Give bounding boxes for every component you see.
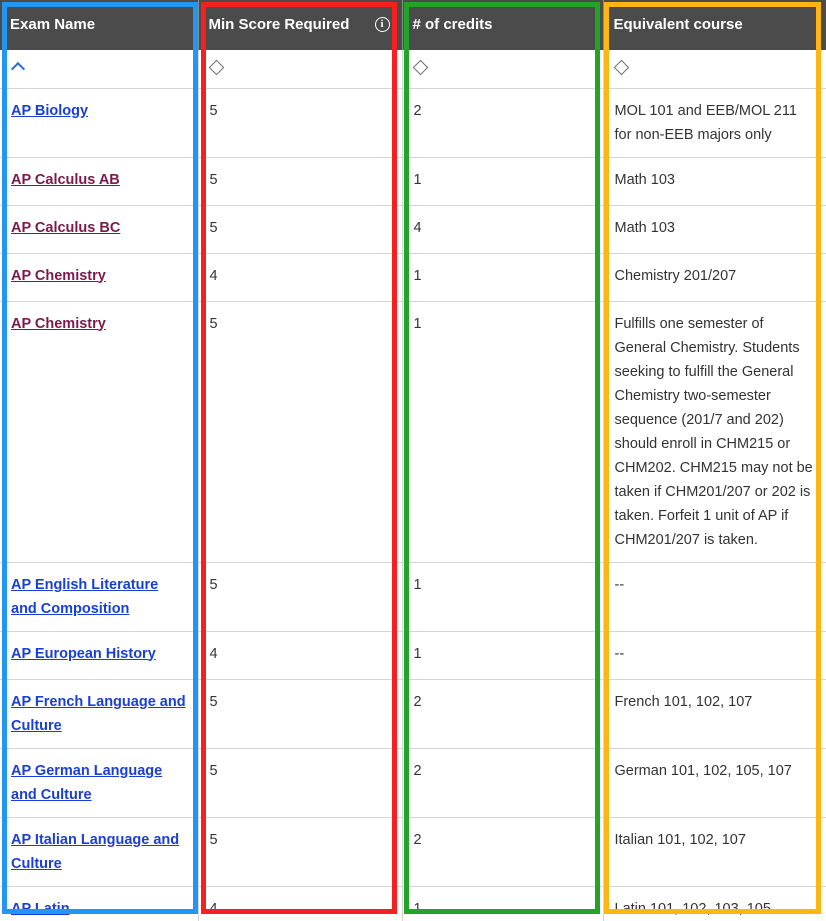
table-row: AP Latin 4 1 Latin 101, 102, 103, 105 xyxy=(0,886,826,921)
cell-credits: 2 xyxy=(402,748,604,818)
cell-exam-name: AP European History xyxy=(0,631,199,680)
cell-credits: 1 xyxy=(402,301,604,563)
cell-equivalent-course: Math 103 xyxy=(603,205,826,254)
table-sort-filter-row xyxy=(0,50,826,89)
cell-exam-name: AP Latin xyxy=(0,886,199,921)
cell-equivalent-course: Latin 101, 102, 103, 105 xyxy=(603,886,826,921)
table-row: AP French Language and Culture 5 2 French 1… xyxy=(0,679,826,749)
table-row: AP German Language and Culture 5 2 German 1… xyxy=(0,748,826,818)
cell-min-score: 5 xyxy=(198,748,403,818)
cell-equivalent-course: Chemistry 201/207 xyxy=(603,253,826,302)
cell-exam-name: AP Calculus AB xyxy=(0,157,199,206)
ap-credit-table-page: Exam Name Min Score Required i # of cred… xyxy=(0,0,826,921)
table-row: AP European History 4 1 -- xyxy=(0,631,826,680)
column-header-exam-name[interactable]: Exam Name xyxy=(0,0,199,50)
cell-credits: 4 xyxy=(402,205,604,254)
exam-name-link[interactable]: AP Italian Language and Culture xyxy=(11,832,179,872)
cell-equivalent-course: Fulfills one semester of General Chemist… xyxy=(603,301,826,563)
cell-credits: 1 xyxy=(402,886,604,921)
column-header-equivalent-course[interactable]: Equivalent course xyxy=(603,0,826,50)
cell-credits: 1 xyxy=(402,253,604,302)
cell-min-score: 5 xyxy=(198,88,403,158)
cell-equivalent-course: French 101, 102, 107 xyxy=(603,679,826,749)
sort-cell-exam-name[interactable] xyxy=(0,50,199,89)
cell-credits: 1 xyxy=(402,631,604,680)
cell-credits: 2 xyxy=(402,679,604,749)
column-header-label-exam-name: Exam Name xyxy=(10,16,96,33)
cell-credits: 1 xyxy=(402,562,604,632)
table-row: AP Biology 5 2 MOL 101 and EEB/MOL 211 for … xyxy=(0,88,826,158)
cell-min-score: 5 xyxy=(198,301,403,563)
column-header-label-credits: # of credits xyxy=(412,16,493,33)
cell-exam-name: AP French Language and Culture xyxy=(0,679,199,749)
exam-name-link[interactable]: AP Calculus AB xyxy=(11,172,120,188)
diamond-sort-icon[interactable] xyxy=(613,59,629,76)
column-header-label-equivalent-course: Equivalent course xyxy=(613,16,743,33)
exam-name-link[interactable]: AP European History xyxy=(11,646,156,662)
cell-equivalent-course: -- xyxy=(603,562,826,632)
table-row: AP Calculus AB 5 1 Math 103 xyxy=(0,157,826,206)
cell-exam-name: AP Chemistry xyxy=(0,253,199,302)
header-row: Exam Name Min Score Required i # of cred… xyxy=(0,0,826,50)
table-body: AP Biology 5 2 MOL 101 and EEB/MOL 211 for … xyxy=(0,88,826,921)
sort-row xyxy=(0,50,826,89)
table-row: AP Calculus BC 5 4 Math 103 xyxy=(0,205,826,254)
cell-credits: 2 xyxy=(402,817,604,887)
exam-name-link[interactable]: AP Chemistry xyxy=(11,316,106,332)
column-header-min-score[interactable]: Min Score Required i xyxy=(198,0,403,50)
table-row: AP Chemistry 4 1 Chemistry 201/207 xyxy=(0,253,826,302)
cell-exam-name: AP German Language and Culture xyxy=(0,748,199,818)
exam-name-link[interactable]: AP English Literature and Composition xyxy=(11,577,158,617)
exam-name-link[interactable]: AP Calculus BC xyxy=(11,220,120,236)
column-header-credits[interactable]: # of credits xyxy=(402,0,604,50)
diamond-sort-icon[interactable] xyxy=(412,59,428,76)
cell-min-score: 5 xyxy=(198,679,403,749)
cell-equivalent-course: -- xyxy=(603,631,826,680)
table-row: AP English Literature and Composition 5 1-… xyxy=(0,562,826,632)
sort-cell-min-score[interactable] xyxy=(198,50,403,89)
table-header: Exam Name Min Score Required i # of cred… xyxy=(0,0,826,50)
exam-name-link[interactable]: AP German Language and Culture xyxy=(11,763,162,803)
exam-name-link[interactable]: AP Biology xyxy=(11,103,88,119)
cell-min-score: 4 xyxy=(198,631,403,680)
cell-min-score: 5 xyxy=(198,157,403,206)
cell-min-score: 4 xyxy=(198,886,403,921)
sort-cell-equivalent-course[interactable] xyxy=(603,50,826,89)
cell-exam-name: AP Biology xyxy=(0,88,199,158)
exam-name-link[interactable]: AP Chemistry xyxy=(11,268,106,284)
cell-exam-name: AP Italian Language and Culture xyxy=(0,817,199,887)
cell-credits: 2 xyxy=(402,88,604,158)
diamond-sort-icon[interactable] xyxy=(208,59,224,76)
cell-exam-name: AP Chemistry xyxy=(0,301,199,563)
cell-min-score: 4 xyxy=(198,253,403,302)
cell-equivalent-course: Math 103 xyxy=(603,157,826,206)
cell-credits: 1 xyxy=(402,157,604,206)
table-row: AP Italian Language and Culture 5 2 Italian… xyxy=(0,817,826,887)
exam-name-link[interactable]: AP French Language and Culture xyxy=(11,694,186,734)
exam-name-link[interactable]: AP Latin xyxy=(11,901,70,917)
table-row: AP Chemistry 5 1 Fulfills one semester of G… xyxy=(0,301,826,563)
cell-exam-name: AP Calculus BC xyxy=(0,205,199,254)
ap-credit-table: Exam Name Min Score Required i # of cred… xyxy=(0,0,826,921)
cell-equivalent-course: Italian 101, 102, 107 xyxy=(603,817,826,887)
cell-equivalent-course: German 101, 102, 105, 107 xyxy=(603,748,826,818)
sort-cell-credits[interactable] xyxy=(402,50,604,89)
column-header-label-min-score: Min Score Required xyxy=(208,16,350,33)
info-circle-icon[interactable]: i xyxy=(374,17,390,32)
cell-equivalent-course: MOL 101 and EEB/MOL 211 for non-EEB majo… xyxy=(603,88,826,158)
cell-min-score: 5 xyxy=(198,817,403,887)
cell-min-score: 5 xyxy=(198,205,403,254)
cell-min-score: 5 xyxy=(198,562,403,632)
cell-exam-name: AP English Literature and Composition xyxy=(0,562,199,632)
chevron-up-icon[interactable] xyxy=(10,62,26,77)
